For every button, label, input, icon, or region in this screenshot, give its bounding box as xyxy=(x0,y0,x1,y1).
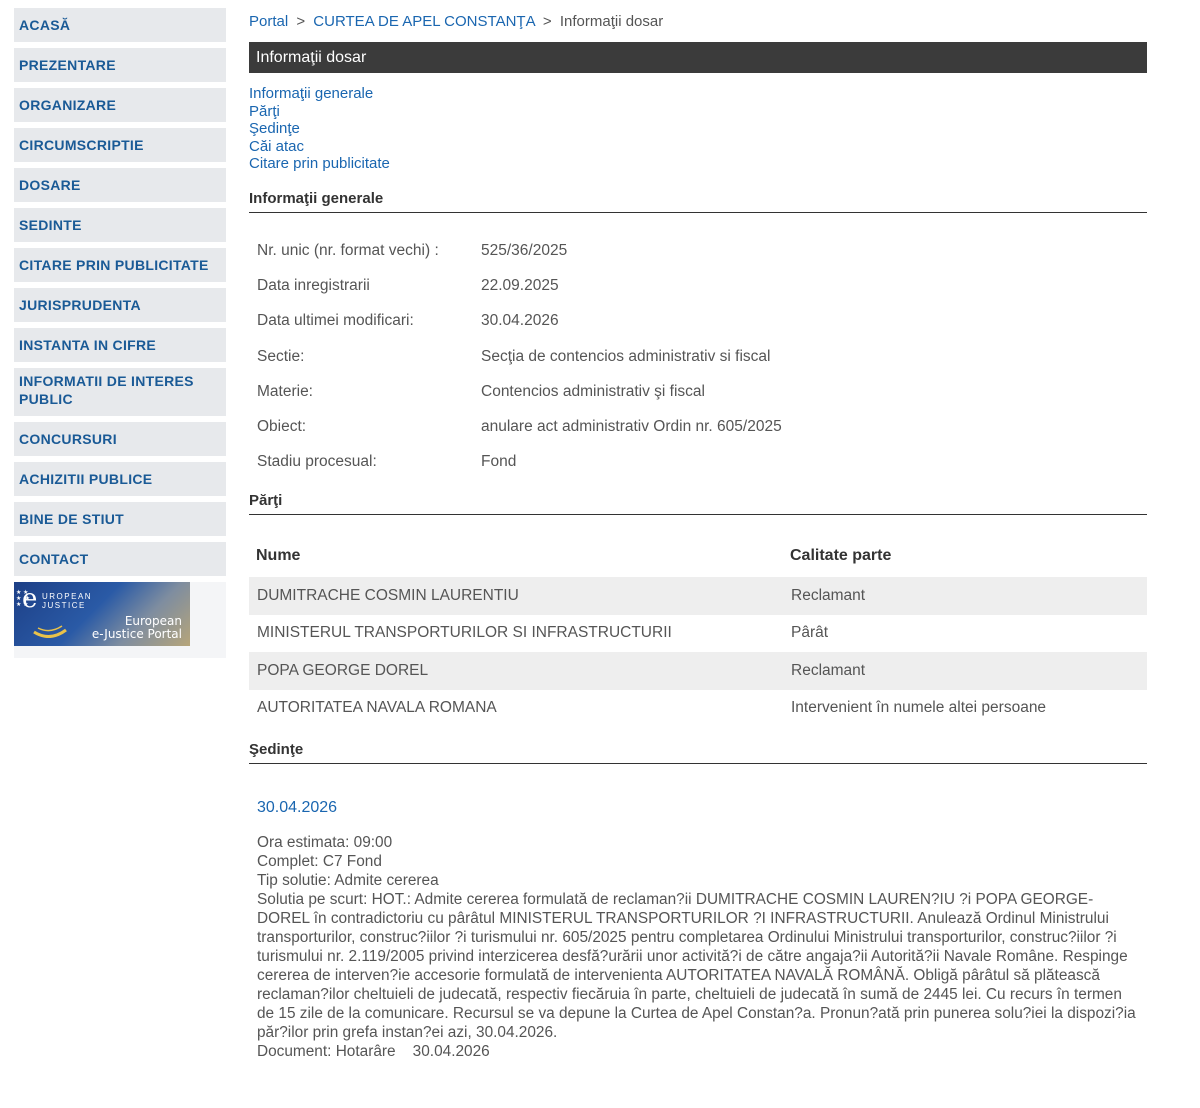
info-row: Data inregistrarii 22.09.2025 xyxy=(249,268,782,303)
hearing-document: Document: Hotarâre 30.04.2026 xyxy=(257,1043,490,1061)
hearing-estimated-time: Ora estimata: 09:00 xyxy=(257,834,393,852)
info-value: 525/36/2025 xyxy=(481,241,568,259)
sidebar-item-organizare[interactable]: ORGANIZARE xyxy=(14,88,226,122)
breadcrumb-current: Informaţii dosar xyxy=(559,13,664,30)
info-value: Contencios administrativ şi fiscal xyxy=(481,382,705,400)
info-label: Materie: xyxy=(257,382,313,400)
hearing-date: 30.04.2026 xyxy=(257,799,338,817)
sidebar-nav: ACASĂ PREZENTARE ORGANIZARE CIRCUMSCRIPT… xyxy=(14,8,226,658)
column-header-nume: Nume xyxy=(256,547,301,565)
section-heading-parti: Părţi xyxy=(249,492,1147,516)
anchor-informatii-generale[interactable]: Informaţii generale xyxy=(249,85,1147,103)
sidebar-item-dosare[interactable]: DOSARE xyxy=(14,168,226,202)
sidebar-item-jurisprudenta[interactable]: JURISPRUDENTA xyxy=(14,288,226,322)
party-name: POPA GEORGE DOREL xyxy=(249,652,783,690)
info-label: Data inregistrarii xyxy=(257,276,370,294)
anchor-citare-prin-publicitate[interactable]: Citare prin publicitate xyxy=(249,155,1147,173)
section-heading-general: Informaţii generale xyxy=(249,190,1147,213)
general-info-table: Nr. unic (nr. format vechi) : 525/36/2025… xyxy=(249,233,782,480)
sidebar-item-citare[interactable]: CITARE PRIN PUBLICITATE xyxy=(14,248,226,282)
sidebar-item-bine-de-stiut[interactable]: BINE DE STIUT xyxy=(14,502,226,536)
ejustice-box: ★ ★ ★ ★ ★ ★ e UROPEAN JUSTICE European e-J… xyxy=(14,582,226,658)
info-value: Fond xyxy=(481,453,517,471)
sidebar-item-sedinte[interactable]: SEDINTE xyxy=(14,208,226,242)
anchor-cai-atac[interactable]: Căi atac xyxy=(249,138,1147,156)
breadcrumb-portal[interactable]: Portal xyxy=(249,13,288,30)
table-row: MINISTERUL TRANSPORTURILOR SI INFRASTRUC… xyxy=(249,615,1147,653)
info-label: Data ultimei modificari: xyxy=(257,312,414,330)
section-anchor-links: Informaţii generale Părţi Şedinţe Căi at… xyxy=(249,85,1147,173)
sidebar-item-prezentare[interactable]: PREZENTARE xyxy=(14,48,226,82)
info-row: Stadiu procesual: Fond xyxy=(249,445,782,480)
ejustice-small-top: UROPEAN xyxy=(42,592,93,601)
sidebar-item-achizitii-publice[interactable]: ACHIZITII PUBLICE xyxy=(14,462,226,496)
info-row: Materie: Contencios administrativ şi fisc… xyxy=(249,374,782,409)
info-row: Sectie: Secţia de contencios administrati… xyxy=(249,339,782,374)
breadcrumb-separator: > xyxy=(542,13,552,30)
breadcrumb: Portal > CURTEA DE APEL CONSTANŢA > Info… xyxy=(249,13,1147,33)
party-name: DUMITRACHE COSMIN LAURENTIU xyxy=(249,577,783,615)
info-value: Secţia de contencios administrativ si fi… xyxy=(481,347,771,365)
table-row: DUMITRACHE COSMIN LAURENTIU Reclamant xyxy=(249,577,1147,615)
main-content: Portal > CURTEA DE APEL CONSTANŢA > Info… xyxy=(249,0,1147,1061)
sidebar-item-contact[interactable]: CONTACT xyxy=(14,542,226,576)
info-label: Sectie: xyxy=(257,347,305,365)
info-label: Stadiu procesual: xyxy=(257,453,377,471)
info-label: Obiect: xyxy=(257,418,307,436)
ejustice-e-letter: e xyxy=(22,584,38,614)
page-title: Informaţii dosar xyxy=(249,42,1147,73)
hearing-details: Ora estimata: 09:00 Complet: C7 Fond Tip… xyxy=(257,833,1141,1061)
section-heading-sedinte: Şedinţe xyxy=(249,741,1147,765)
info-row: Data ultimei modificari: 30.04.2026 xyxy=(249,304,782,339)
breadcrumb-separator: > xyxy=(296,13,306,30)
table-header-row: Nume Calitate parte xyxy=(249,535,1147,577)
ejustice-title-line2: e-Justice Portal xyxy=(91,627,182,641)
ejustice-small-bottom: JUSTICE xyxy=(42,601,86,610)
party-role: Reclamant xyxy=(783,577,1147,615)
table-row: AUTORITATEA NAVALA ROMANA Intervenient în… xyxy=(249,690,1147,728)
info-row: Nr. unic (nr. format vechi) : 525/36/2025 xyxy=(249,233,782,268)
sidebar-item-informatii-interes-public[interactable]: INFORMATII DE INTERES PUBLIC xyxy=(14,368,226,416)
sidebar-item-concursuri[interactable]: CONCURSURI xyxy=(14,422,226,456)
info-label: Nr. unic (nr. format vechi) : xyxy=(257,241,439,259)
hearing-solution-summary: Solutia pe scurt: HOT.: Admite cererea f… xyxy=(257,891,1136,1042)
anchor-sedinte[interactable]: Şedinţe xyxy=(249,120,1147,138)
party-role: Intervenient în numele altei persoane xyxy=(791,699,1047,717)
party-role: Pârât xyxy=(791,624,829,642)
info-value: 22.09.2025 xyxy=(481,276,559,294)
ejustice-logo[interactable]: ★ ★ ★ ★ ★ ★ e UROPEAN JUSTICE European e-J… xyxy=(14,582,190,646)
parties-table: Nume Calitate parte DUMITRACHE COSMIN LA… xyxy=(249,535,1147,727)
sidebar-item-instanta-in-cifre[interactable]: INSTANTA IN CIFRE xyxy=(14,328,226,362)
info-value: anulare act administrativ Ordin nr. 605/… xyxy=(481,418,782,436)
hearing-panel: Complet: C7 Fond xyxy=(257,853,382,871)
sidebar-item-acasa[interactable]: ACASĂ xyxy=(14,8,226,42)
anchor-parti[interactable]: Părţi xyxy=(249,103,1147,121)
breadcrumb-court[interactable]: CURTEA DE APEL CONSTANŢA xyxy=(313,13,534,30)
party-role: Reclamant xyxy=(783,652,1147,690)
justice-scale-icon xyxy=(33,625,67,638)
info-row: Obiect: anulare act administrativ Ordin n… xyxy=(249,409,782,444)
party-name: MINISTERUL TRANSPORTURILOR SI INFRASTRUC… xyxy=(257,624,672,642)
info-value: 30.04.2026 xyxy=(481,312,559,330)
ejustice-title-line1: European xyxy=(124,614,182,628)
party-name: AUTORITATEA NAVALA ROMANA xyxy=(257,699,497,717)
column-header-calitate: Calitate parte xyxy=(790,547,892,565)
table-row: POPA GEORGE DOREL Reclamant xyxy=(249,652,1147,690)
sidebar-item-circumscriptie[interactable]: CIRCUMSCRIPTIE xyxy=(14,128,226,162)
hearing-solution-type: Tip solutie: Admite cererea xyxy=(257,872,439,890)
